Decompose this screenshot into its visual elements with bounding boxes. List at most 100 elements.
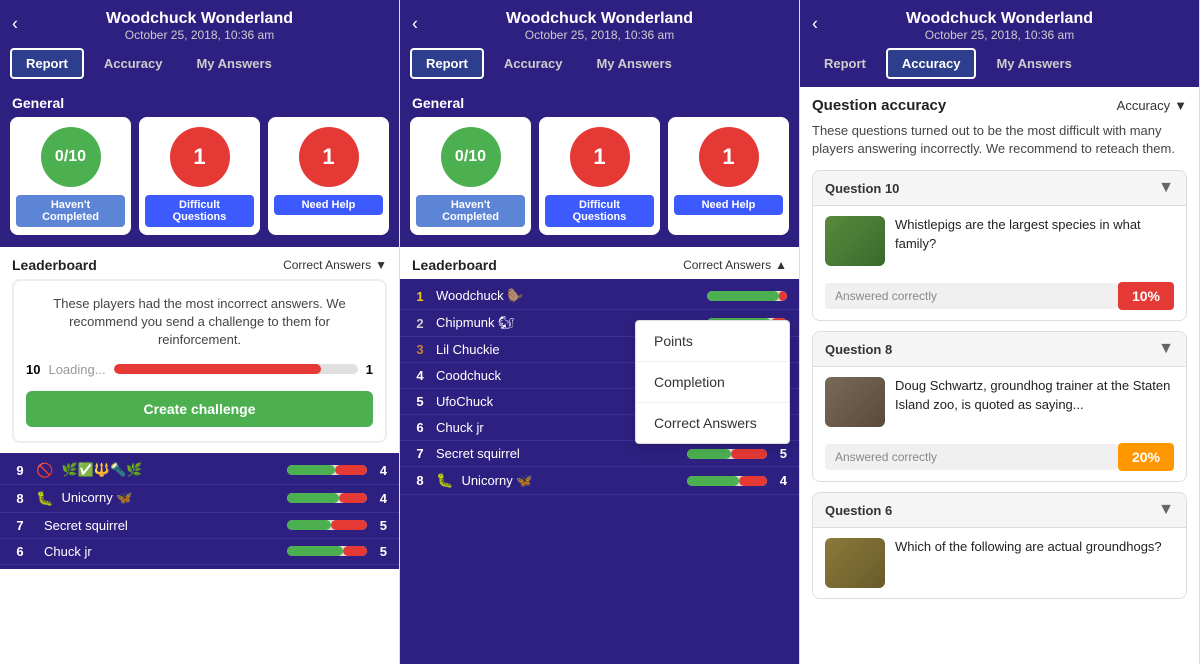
player-name-8-1: Unicorny 🦋 bbox=[61, 490, 279, 506]
bar-stack-7-1 bbox=[287, 520, 367, 530]
table-row: 1 Woodchuck 🦫 bbox=[400, 283, 799, 310]
question-header-6: Question 6 ▼ bbox=[813, 493, 1186, 528]
progress-bar-1 bbox=[114, 364, 358, 374]
player-name-6-1: Chuck jr bbox=[44, 544, 279, 559]
panel3-subtitle: October 25, 2018, 10:36 am bbox=[800, 28, 1199, 42]
rank-6: 6 bbox=[412, 420, 428, 435]
panel1-subtitle: October 25, 2018, 10:36 am bbox=[0, 28, 399, 42]
leaderboard-title-2: Leaderboard bbox=[412, 257, 497, 273]
tab-myanswers-2[interactable]: My Answers bbox=[582, 48, 685, 79]
back-arrow-2[interactable]: ‹ bbox=[412, 14, 418, 35]
panel1-tabs: Report Accuracy My Answers bbox=[0, 48, 399, 87]
bar-stack-8 bbox=[687, 476, 767, 486]
tab-accuracy-1[interactable]: Accuracy bbox=[90, 48, 177, 79]
score-9: 4 bbox=[373, 463, 387, 478]
chevron-down-icon-10[interactable]: ▼ bbox=[1158, 179, 1174, 197]
circle-needhelp-text-1: 1 bbox=[322, 144, 334, 170]
circle-difficult-text-1: 1 bbox=[193, 144, 205, 170]
question-num-10: Question 10 bbox=[825, 181, 899, 196]
circle-needhelp-text-2: 1 bbox=[722, 144, 734, 170]
bar-red-9 bbox=[335, 465, 367, 475]
panel-accuracy: ‹ Woodchuck Wonderland October 25, 2018,… bbox=[800, 0, 1200, 664]
tab-myanswers-1[interactable]: My Answers bbox=[182, 48, 285, 79]
circle-difficult-2: 1 bbox=[570, 127, 630, 187]
score-7-1: 5 bbox=[373, 518, 387, 533]
rank-8: 8 bbox=[412, 473, 428, 488]
chevron-down-icon-6[interactable]: ▼ bbox=[1158, 501, 1174, 519]
question-text-8: Doug Schwartz, groundhog trainer at the … bbox=[895, 377, 1174, 427]
panel3-title: Woodchuck Wonderland bbox=[800, 10, 1199, 28]
table-row: 8 🐛 Unicorny 🦋 4 bbox=[0, 485, 399, 513]
tab-report-3[interactable]: Report bbox=[810, 48, 880, 79]
dropdown-item-correct[interactable]: Correct Answers bbox=[636, 403, 789, 443]
score-7: 5 bbox=[773, 446, 787, 461]
player-icon-8-1: 🐛 bbox=[36, 490, 53, 507]
player-name-7: Secret squirrel bbox=[436, 446, 679, 461]
bar-9: 4 bbox=[287, 463, 387, 478]
table-row: 9 🚫 🌿✅🔱🔦🌿 4 bbox=[0, 457, 399, 485]
rank-7: 7 bbox=[412, 446, 428, 461]
chevron-down-icon-8[interactable]: ▼ bbox=[1158, 340, 1174, 358]
rank-3: 3 bbox=[412, 342, 428, 357]
bar-green-6-1 bbox=[287, 546, 343, 556]
loading-row-1: 10 Loading... 1 bbox=[26, 362, 373, 377]
circle-havent-2: 0/10 bbox=[441, 127, 501, 187]
question-img-10 bbox=[825, 216, 885, 266]
label-needhelp-1: Need Help bbox=[274, 195, 383, 215]
accuracy-header: Question accuracy Accuracy ▼ bbox=[812, 97, 1187, 114]
question-body-8: Doug Schwartz, groundhog trainer at the … bbox=[813, 367, 1186, 437]
rank-4: 4 bbox=[412, 368, 428, 383]
accuracy-filter[interactable]: Accuracy ▼ bbox=[1117, 98, 1187, 113]
player-icon-8: 🐛 bbox=[436, 472, 453, 489]
challenge-box-1: These players had the most incorrect ans… bbox=[12, 279, 387, 443]
bar-green-7 bbox=[687, 449, 731, 459]
circle-havent-1: 0/10 bbox=[41, 127, 101, 187]
bar-red-7-1 bbox=[331, 520, 367, 530]
tab-accuracy-2[interactable]: Accuracy bbox=[490, 48, 577, 79]
bar-red-8-1 bbox=[339, 493, 367, 503]
bar-stack-7 bbox=[687, 449, 767, 459]
bar-red-7 bbox=[731, 449, 767, 459]
rank-2: 2 bbox=[412, 316, 428, 331]
circle-needhelp-1: 1 bbox=[299, 127, 359, 187]
stat-needhelp-2: 1 Need Help bbox=[668, 117, 789, 235]
back-arrow-1[interactable]: ‹ bbox=[12, 14, 18, 35]
label-difficult-1: Difficult Questions bbox=[145, 195, 254, 227]
score-8-1: 4 bbox=[373, 491, 387, 506]
stat-difficult-1: 1 Difficult Questions bbox=[139, 117, 260, 235]
stat-difficult-2: 1 Difficult Questions bbox=[539, 117, 660, 235]
sort-btn-1[interactable]: Correct Answers ▼ bbox=[283, 258, 387, 272]
rank-9: 9 bbox=[12, 463, 28, 478]
question-header-10: Question 10 ▼ bbox=[813, 171, 1186, 206]
panel-report-1: ‹ Woodchuck Wonderland October 25, 2018,… bbox=[0, 0, 400, 664]
panel3-tabs: Report Accuracy My Answers bbox=[800, 48, 1199, 87]
circle-havent-text-1: 0/10 bbox=[55, 148, 86, 166]
panel2-header: ‹ Woodchuck Wonderland October 25, 2018,… bbox=[400, 0, 799, 48]
stats-row-1: 0/10 Haven't Completed 1 Difficult Quest… bbox=[0, 117, 399, 247]
progress-fill-1 bbox=[114, 364, 322, 374]
loading-label-1: Loading... bbox=[48, 362, 105, 377]
section-general-2: General bbox=[400, 87, 799, 117]
tab-report-1[interactable]: Report bbox=[10, 48, 84, 79]
bar-1 bbox=[707, 291, 787, 301]
tab-myanswers-3[interactable]: My Answers bbox=[982, 48, 1085, 79]
panel3-header: ‹ Woodchuck Wonderland October 25, 2018,… bbox=[800, 0, 1199, 48]
tab-report-2[interactable]: Report bbox=[410, 48, 484, 79]
panel1-title: Woodchuck Wonderland bbox=[0, 10, 399, 28]
player-name-1: Woodchuck 🦫 bbox=[436, 288, 699, 304]
dropdown-item-points[interactable]: Points bbox=[636, 321, 789, 362]
table-row: 7 Secret squirrel 5 bbox=[0, 513, 399, 539]
rank-8-1: 8 bbox=[12, 491, 28, 506]
create-challenge-btn-1[interactable]: Create challenge bbox=[26, 391, 373, 427]
sort-btn-2[interactable]: Correct Answers ▲ bbox=[683, 258, 787, 272]
question-img-6 bbox=[825, 538, 885, 588]
back-arrow-3[interactable]: ‹ bbox=[812, 14, 818, 35]
bar-red-1 bbox=[779, 291, 787, 301]
dropdown-item-completion[interactable]: Completion bbox=[636, 362, 789, 403]
answered-correctly-10: Answered correctly bbox=[825, 283, 1118, 309]
loading-right-1: 1 bbox=[366, 362, 373, 377]
leaderboard-header-2: Leaderboard Correct Answers ▲ bbox=[400, 247, 799, 279]
bar-stack-9 bbox=[287, 465, 367, 475]
leaderboard-header-1: Leaderboard Correct Answers ▼ bbox=[0, 247, 399, 279]
tab-accuracy-3[interactable]: Accuracy bbox=[886, 48, 977, 79]
